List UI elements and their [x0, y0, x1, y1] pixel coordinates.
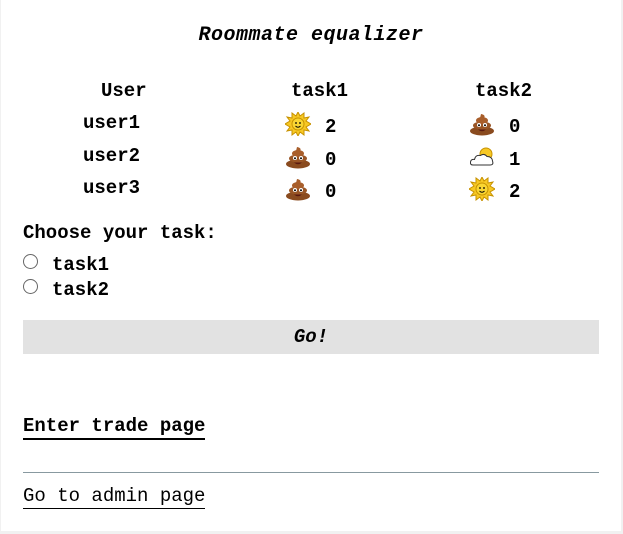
- task1-count: 0: [325, 149, 337, 171]
- user-name: user2: [83, 145, 141, 167]
- page-title: Roommate equalizer: [198, 24, 424, 47]
- cloud-sun-icon: [469, 145, 495, 169]
- sun-icon: [285, 112, 311, 136]
- radio-label: task2: [52, 279, 110, 301]
- radio-option-task2[interactable]: task2: [23, 279, 109, 303]
- column-header-user: User: [101, 80, 147, 102]
- table-row: user1 2 0: [1, 112, 621, 138]
- sun-icon: [469, 177, 495, 201]
- poop-icon: [469, 112, 495, 136]
- radio-button[interactable]: [23, 254, 38, 269]
- task-prompt: Choose your task:: [23, 222, 217, 244]
- task2-count: 1: [509, 149, 521, 171]
- task1-count: 0: [325, 181, 337, 203]
- task2-count: 0: [509, 116, 521, 138]
- column-header-task1: task1: [291, 80, 349, 102]
- radio-option-task1[interactable]: task1: [23, 254, 109, 278]
- task1-cell: 2: [285, 112, 336, 138]
- poop-icon: [285, 145, 311, 169]
- task1-cell: 0: [285, 145, 336, 171]
- task1-count: 2: [325, 116, 337, 138]
- trade-page-link[interactable]: Enter trade page: [23, 414, 206, 440]
- radio-button[interactable]: [23, 279, 38, 294]
- task2-cell: 1: [469, 145, 520, 171]
- main-card: Roommate equalizer User task1 task2 user…: [1, 0, 621, 531]
- user-name: user1: [83, 112, 141, 134]
- table-row: user2 0 1: [1, 145, 621, 171]
- table-row: user3 0 2: [1, 177, 621, 203]
- task2-cell: 0: [469, 112, 520, 138]
- poop-icon: [285, 177, 311, 201]
- user-name: user3: [83, 177, 141, 199]
- task2-count: 2: [509, 181, 521, 203]
- task2-cell: 2: [469, 177, 520, 203]
- table-header: User task1 task2: [1, 80, 621, 106]
- radio-label: task1: [52, 254, 110, 276]
- column-header-task2: task2: [475, 80, 533, 102]
- task1-cell: 0: [285, 177, 336, 203]
- go-button[interactable]: Go!: [23, 320, 599, 354]
- admin-page-link[interactable]: Go to admin page: [23, 484, 206, 509]
- divider: [23, 472, 599, 473]
